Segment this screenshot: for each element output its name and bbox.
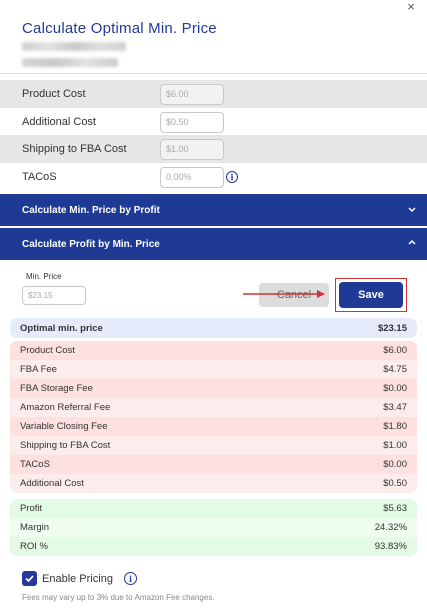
section-min-price-by-profit[interactable]: Calculate Min. Price by Profit — [0, 194, 427, 226]
shipping-cost-input[interactable]: $1.00 — [160, 138, 224, 160]
cost-label: Amazon Referral Fee — [20, 402, 111, 413]
section-profit-by-min-price-label: Calculate Profit by Min. Price — [22, 238, 160, 250]
cost-label: Variable Closing Fee — [20, 421, 108, 432]
profit-value: 24.32% — [374, 522, 407, 533]
cost-value: $0.50 — [383, 478, 407, 489]
min-price-label: Min. Price — [26, 272, 62, 281]
cost-row: Shipping to FBA Cost $1.00 — [10, 436, 417, 455]
cost-label: FBA Storage Fee — [20, 383, 93, 394]
info-icon[interactable]: i — [124, 572, 137, 585]
check-icon — [25, 575, 34, 583]
cost-row: FBA Storage Fee $0.00 — [10, 379, 417, 398]
cost-row: Product Cost $6.00 — [10, 341, 417, 360]
product-cost-input[interactable]: $6.00 — [160, 83, 224, 105]
tacos-input[interactable]: 0.00% — [160, 166, 224, 188]
cost-value: $0.00 — [383, 383, 407, 394]
cost-row: TACoS $0.00 — [10, 455, 417, 474]
profit-value: $5.63 — [383, 503, 407, 514]
cost-value: $1.00 — [383, 440, 407, 451]
cost-label: Additional Cost — [20, 478, 84, 489]
tacos-row: TACoS 0.00% i — [0, 163, 427, 191]
redacted-product-id — [22, 58, 118, 67]
profit-panel: Profit $5.63 Margin 24.32% ROI % 93.83% — [10, 499, 417, 556]
cost-label: Product Cost — [20, 345, 75, 356]
cost-value: $1.80 — [383, 421, 407, 432]
product-cost-label: Product Cost — [22, 88, 86, 100]
shipping-cost-row: Shipping to FBA Cost $1.00 — [0, 135, 427, 163]
redacted-product-name — [22, 42, 126, 51]
product-cost-row: Product Cost $6.00 — [0, 80, 427, 108]
modal-title: Calculate Optimal Min. Price — [22, 20, 217, 37]
profit-label: ROI % — [20, 541, 48, 552]
cost-value: $3.47 — [383, 402, 407, 413]
profit-label: Margin — [20, 522, 50, 533]
fee-footnote: Fees may vary up to 3% due to Amazon Fee… — [22, 593, 215, 602]
additional-cost-label: Additional Cost — [22, 116, 96, 128]
profit-value: 93.83% — [374, 541, 407, 552]
cost-label: Shipping to FBA Cost — [20, 440, 111, 451]
profit-label: Profit — [20, 503, 43, 514]
section-min-price-by-profit-label: Calculate Min. Price by Profit — [22, 204, 160, 216]
save-button[interactable]: Save — [339, 282, 403, 308]
cost-value: $4.75 — [383, 364, 407, 375]
cost-row: Variable Closing Fee $1.80 — [10, 417, 417, 436]
enable-pricing-label: Enable Pricing — [42, 573, 113, 585]
arrow-right-icon — [243, 290, 325, 298]
info-icon[interactable]: i — [226, 171, 238, 183]
chevron-down-icon — [408, 207, 416, 213]
close-icon[interactable]: × — [405, 0, 417, 13]
chevron-up-icon — [408, 239, 416, 245]
additional-cost-input[interactable]: $0.50 — [160, 111, 224, 133]
shipping-cost-label: Shipping to FBA Cost — [22, 143, 127, 155]
cost-value: $0.00 — [383, 459, 407, 470]
profit-row: ROI % 93.83% — [10, 537, 417, 556]
min-price-input[interactable]: $23.15 — [22, 286, 86, 305]
cost-row: FBA Fee $4.75 — [10, 360, 417, 379]
profit-row: Profit $5.63 — [10, 499, 417, 518]
cost-row: Amazon Referral Fee $3.47 — [10, 398, 417, 417]
section-profit-by-min-price[interactable]: Calculate Profit by Min. Price — [0, 228, 427, 260]
additional-cost-row: Additional Cost $0.50 — [0, 108, 427, 136]
profit-row: Margin 24.32% — [10, 518, 417, 537]
cost-row: Additional Cost $0.50 — [10, 474, 417, 493]
tacos-label: TACoS — [22, 171, 57, 183]
cost-label: FBA Fee — [20, 364, 57, 375]
cost-value: $6.00 — [383, 345, 407, 356]
enable-pricing-checkbox[interactable] — [22, 571, 37, 586]
optimal-price-label: Optimal min. price — [20, 322, 103, 334]
modal-header: Calculate Optimal Min. Price × — [0, 0, 427, 74]
cost-label: TACoS — [20, 459, 50, 470]
optimal-price-panel: Optimal min. price $23.15 — [10, 318, 417, 338]
cost-breakdown-panel: Product Cost $6.00 FBA Fee $4.75 FBA Stora… — [10, 341, 417, 493]
optimal-price-row: Optimal min. price $23.15 — [10, 318, 417, 338]
optimal-price-value: $23.15 — [377, 322, 407, 334]
